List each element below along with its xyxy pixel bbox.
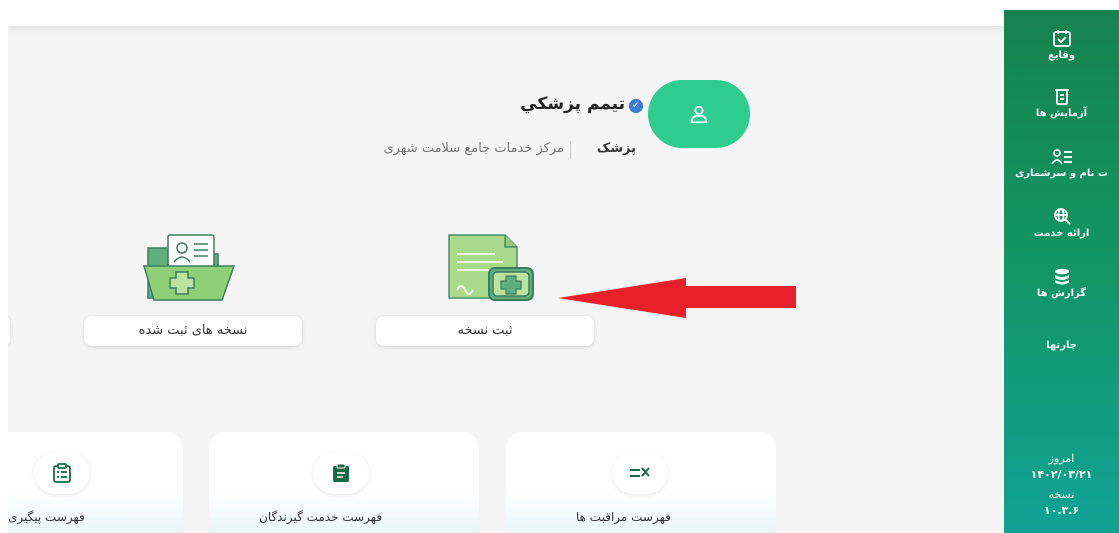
sidebar-item-reports[interactable]: گزارش ها [1004, 268, 1119, 299]
top-bar [8, 10, 1004, 26]
clipboard-icon [313, 452, 369, 494]
follow-up-list-card[interactable]: فهرست پیگیری [8, 432, 183, 533]
sidebar-item-label: آزمایش ها [1035, 108, 1088, 119]
care-list-label: فهرست مراقبت ها [576, 510, 671, 524]
doctor-role: پزشک [596, 141, 636, 156]
sidebar-item-tests[interactable]: آزمایش ها [1004, 88, 1119, 119]
version-label: نسخه [1048, 488, 1075, 501]
avatar[interactable] [648, 80, 750, 148]
health-center-name: مرکز خدمات جامع سلامت شهری [383, 141, 564, 156]
app-screen: ✓ تیمم پزشکي پزشک مرکز خدمات جامع سلامت ش… [0, 0, 1119, 533]
database-icon [1054, 268, 1069, 285]
clipboard-list-icon [34, 452, 90, 494]
sidebar: وقایع آزمایش ها ت نام و سرشماری ارائه خد… [1004, 10, 1119, 533]
checklist-icon [612, 452, 668, 494]
patient-folder-icon [142, 234, 236, 301]
sidebar-item-label: ت نام و سرشماری [1015, 168, 1108, 179]
service-recipients-card[interactable]: فهرست خدمت گیرندگان [209, 432, 479, 533]
search-globe-icon [1053, 208, 1071, 225]
registered-prescriptions-button[interactable]: نسخه های ثبت شده [84, 316, 302, 346]
calendar-check-icon [1052, 30, 1071, 47]
register-prescription-button[interactable]: ثبت نسخه [376, 316, 594, 346]
prescription-document-icon [448, 234, 534, 301]
red-arrow-icon [558, 278, 796, 318]
sidebar-item-label: وقایع [1047, 50, 1076, 61]
sidebar-item-service-delivery[interactable]: ارائه خدمت [1004, 206, 1119, 239]
test-tube-icon [1054, 89, 1069, 105]
sidebar-item-charts[interactable]: چارتها [1004, 338, 1119, 351]
today-label: امروز [1048, 452, 1075, 465]
follow-up-list-label: فهرست پیگیری [8, 510, 85, 524]
sidebar-item-events[interactable]: وقایع [1004, 28, 1119, 61]
offscreen-action-button[interactable] [8, 316, 10, 346]
doctor-name: ✓ تیمم پزشکي [463, 94, 643, 116]
user-icon [690, 105, 708, 124]
sidebar-item-label: ارائه خدمت [1033, 228, 1090, 239]
sidebar-item-label: گزارش ها [1036, 288, 1087, 299]
verified-icon: ✓ [629, 99, 643, 113]
sidebar-item-registration-census[interactable]: ت نام و سرشماری [1004, 148, 1119, 179]
doctor-name-text: تیمم پزشکي [520, 94, 625, 114]
divider [570, 141, 571, 159]
user-list-icon [1050, 149, 1072, 165]
main-content: ✓ تیمم پزشکي پزشک مرکز خدمات جامع سلامت ش… [8, 10, 1004, 533]
care-list-card[interactable]: فهرست مراقبت ها [506, 432, 776, 533]
today-date: ۱۴۰۲/۰۳/۲۱ [1030, 468, 1093, 481]
sidebar-item-label: چارتها [1046, 340, 1077, 351]
service-recipients-label: فهرست خدمت گیرندگان [259, 510, 383, 524]
version-number: ۱۰.۳.۶ [1043, 504, 1080, 517]
